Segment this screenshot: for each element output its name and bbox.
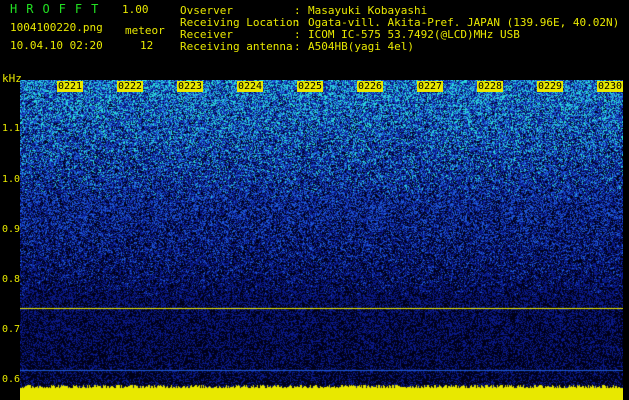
time-tick-label: 0221 <box>57 81 84 92</box>
y-tick-label: 1.1 <box>2 123 21 134</box>
app-title: HROFFT <box>10 2 108 16</box>
file-name: 1004100220.png <box>10 21 103 34</box>
time-tick-label: 0228 <box>477 81 504 92</box>
time-tick-label: 0225 <box>297 81 324 92</box>
time-tick-label: 0226 <box>357 81 384 92</box>
y-tick-label: 0.7 <box>2 324 21 335</box>
meteor-label: meteor <box>125 24 165 37</box>
time-tick-label: 0223 <box>177 81 204 92</box>
spectrogram-canvas <box>20 80 623 400</box>
app-version: 1.00 <box>122 3 149 16</box>
frequency-unit-label: kHz <box>2 72 22 85</box>
y-tick-label: 0.9 <box>2 224 21 235</box>
info-colon: : <box>294 40 301 53</box>
y-tick-label: 0.6 <box>2 374 21 385</box>
y-tick-label: 0.8 <box>2 274 21 285</box>
meteor-count: 12 <box>140 39 154 52</box>
time-tick-label: 0227 <box>417 81 444 92</box>
date-time: 10.04.10 02:20 <box>10 39 103 52</box>
time-tick-label: 0222 <box>117 81 144 92</box>
time-tick-label: 0224 <box>237 81 264 92</box>
time-tick-label: 0229 <box>537 81 564 92</box>
y-tick-label: 1.0 <box>2 174 21 185</box>
info-key: Receiving antenna <box>180 40 293 53</box>
info-value: A504HB(yagi 4el) <box>308 40 414 53</box>
time-tick-label: 0230 <box>597 81 624 92</box>
